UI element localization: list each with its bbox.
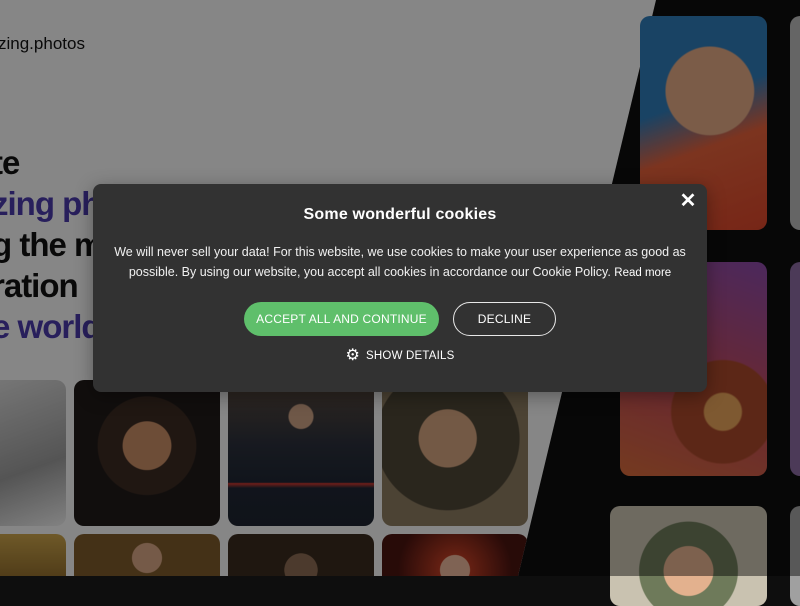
accept-all-button[interactable]: ACCEPT ALL AND CONTINUE	[244, 302, 439, 336]
cookie-body-text: We will never sell your data! For this w…	[114, 245, 686, 279]
cookie-dialog: ✕ Some wonderful cookies We will never s…	[93, 184, 707, 392]
cookie-title: Some wonderful cookies	[303, 206, 497, 223]
show-details-label: SHOW DETAILS	[366, 350, 455, 362]
show-details-toggle[interactable]: ⚙ SHOW DETAILS	[93, 347, 707, 364]
page: zing.photos te zing ph g the m ration e …	[0, 0, 800, 606]
cookie-body: We will never sell your data! For this w…	[113, 242, 687, 283]
decline-button[interactable]: DECLINE	[453, 302, 556, 336]
gear-icon: ⚙	[345, 347, 361, 364]
read-more-link[interactable]: Read more	[614, 267, 671, 279]
